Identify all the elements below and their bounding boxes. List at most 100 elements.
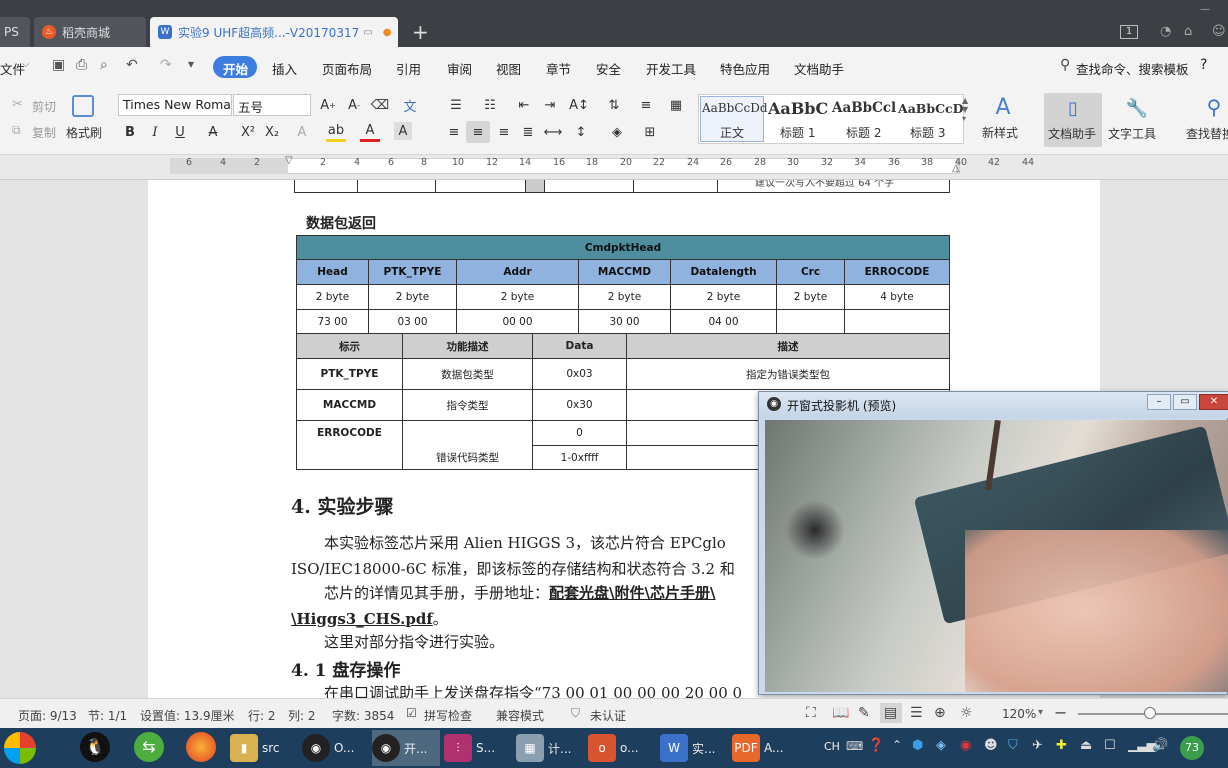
line-spacing-icon[interactable]: ≡ [636,96,656,114]
cut-button[interactable]: 剪切 [32,98,56,115]
minimize-icon[interactable]: — [1200,4,1210,15]
search-icon[interactable]: ⚲ [1060,57,1070,73]
shirt-icon[interactable]: ⌂ [1184,24,1192,39]
taskbar-item-serial[interactable]: ⫶ S... [444,730,510,766]
find-replace-icon[interactable]: ⚲ [1200,93,1228,121]
zoom-dropdown-icon[interactable]: ▾ [1038,707,1043,718]
outline-view-icon[interactable]: ☰ [910,705,923,721]
taskbar-item-calculator[interactable]: ▦ 计... [516,730,582,766]
web-view-icon[interactable]: ⊕ [934,705,946,721]
numbering-icon[interactable]: ☷ [480,96,500,114]
shield-tray-icon[interactable]: ⛉ [1008,738,1018,753]
maximize-icon[interactable]: ▭ [1173,394,1197,410]
help-circle-icon[interactable]: ❓ [868,738,884,753]
manual-file-link[interactable]: \Higgs3_CHS.pdf [291,610,433,628]
char-shading-icon[interactable]: A [394,122,412,140]
justify-icon[interactable]: ≣ [518,123,538,141]
clear-format-icon[interactable]: ⌫ [370,96,390,114]
menu-developer[interactable]: 开发工具 [646,59,696,78]
font-color-icon[interactable]: A [360,122,380,142]
spellcheck-icon[interactable]: ☑ [406,706,417,720]
copy-button[interactable]: 复制 [32,124,56,141]
help-icon[interactable]: ? [1200,57,1207,73]
projector-preview-window[interactable]: ◉ 开窗式投影机 (预览) – ▭ ✕ [758,391,1228,695]
find-replace-button[interactable]: 查找替换 [1186,125,1228,142]
grow-font-icon[interactable]: A + [318,96,338,114]
font-family-select[interactable]: Times New Roma [118,94,232,116]
table-grid-icon[interactable]: ▦ [666,96,686,114]
status-cert[interactable]: 未认证 [590,707,626,724]
paragraph-spacing-icon[interactable]: ↕ [570,123,592,141]
subscript-icon[interactable]: X₂ [262,122,282,142]
underline-icon[interactable]: U [170,122,190,142]
firefox-icon[interactable] [186,732,216,762]
status-spellcheck[interactable]: 拼写检查 [424,707,472,724]
format-painter-button[interactable]: 格式刷 [66,124,102,141]
decrease-indent-icon[interactable]: ⇤ [514,96,534,114]
keyboard-icon[interactable]: ⌨ [846,739,863,753]
reading-mode-icon[interactable]: 📖 [832,705,849,721]
text-effect-icon[interactable]: A [292,122,312,142]
change-case-icon[interactable]: A↕ [568,96,590,114]
text-tools-button[interactable]: 文字工具 [1108,125,1156,142]
taskbar-item-pdf[interactable]: PDF A... [732,730,796,766]
taskbar-item-src[interactable]: ▮ src [230,730,300,766]
fullscreen-icon[interactable]: ⛶ [806,705,816,721]
undo-icon[interactable]: ↶ [126,57,138,73]
score-badge[interactable]: 73 [1180,736,1204,760]
highlight-icon[interactable]: ab [326,122,346,142]
menu-view[interactable]: 视图 [496,59,521,78]
gallery-scroll-icon[interactable]: ▲ ▼ ▾ [962,96,968,123]
distribute-icon[interactable]: ⟷ [542,123,564,141]
menu-references[interactable]: 引用 [396,59,421,78]
align-right-icon[interactable]: ≡ [494,123,514,141]
redo-icon[interactable]: ↷ [160,57,172,73]
menu-features[interactable]: 特色应用 [720,59,770,78]
tray-expand-icon[interactable]: ⌃ [892,738,902,752]
italic-icon[interactable]: I [145,122,165,142]
green-app-icon[interactable]: ⇆ [134,732,164,762]
menu-page-layout[interactable]: 页面布局 [322,59,372,78]
start-button-icon[interactable] [4,732,36,764]
menu-security[interactable]: 安全 [596,59,621,78]
borders-icon[interactable]: ⊞ [640,123,660,141]
wrench-icon[interactable]: 🔧 [1124,95,1150,121]
style-h1-preview[interactable]: AaBbC [768,99,828,118]
manual-path-link[interactable]: 配套光盘\附件\芯片手册\ [549,584,715,602]
cube-icon[interactable]: ◈ [936,738,946,753]
box-icon[interactable]: ⬢ [912,738,923,753]
volume-icon[interactable]: 🔊 [1152,738,1168,753]
zoom-level[interactable]: 120% [1002,707,1036,721]
style-h2-preview[interactable]: AaBbCcl [832,100,896,116]
skin-icon[interactable]: ◔ [1160,24,1171,39]
tab-ps[interactable]: PS [0,17,30,47]
record-icon[interactable]: ◉ [960,738,971,753]
status-page[interactable]: 页面: 9/13 [18,707,77,724]
shading-icon[interactable]: ◈ [606,123,628,141]
new-style-icon[interactable]: A [988,93,1018,121]
print-preview-icon[interactable]: ⌕ [100,57,108,73]
taskbar-item-wps[interactable]: W 实... [660,730,726,766]
new-style-button[interactable]: 新样式 [982,124,1018,141]
shrink-font-icon[interactable]: A- [344,96,364,114]
menu-chapter[interactable]: 章节 [546,59,571,78]
close-icon[interactable]: ✕ [1199,394,1228,410]
input-language[interactable]: CH [824,740,840,753]
menu-insert[interactable]: 插入 [272,59,297,78]
bold-icon[interactable]: B [120,122,140,142]
customize-icon[interactable]: ▾ [188,57,194,71]
format-painter-icon[interactable] [72,95,94,117]
eye-protect-icon[interactable]: ☼ [960,705,973,721]
minimize-icon[interactable]: – [1147,394,1171,410]
status-setting[interactable]: 设置值: 13.9厘米 [140,707,235,724]
superscript-icon[interactable]: X² [238,122,258,142]
taskbar-item-office[interactable]: o o... [588,730,654,766]
plus-tray-icon[interactable]: ✚ [1056,738,1067,753]
bullets-icon[interactable]: ☰ [446,96,466,114]
right-indent-marker-icon[interactable]: △ [952,163,960,174]
scissors-icon[interactable]: ✂ [12,97,23,112]
increase-indent-icon[interactable]: ⇥ [540,96,560,114]
chevron-down-icon[interactable]: ⌵ [22,59,30,70]
style-h3-preview[interactable]: AaBbCcD [898,101,964,116]
menu-doc-assistant[interactable]: 文档助手 [794,59,844,78]
